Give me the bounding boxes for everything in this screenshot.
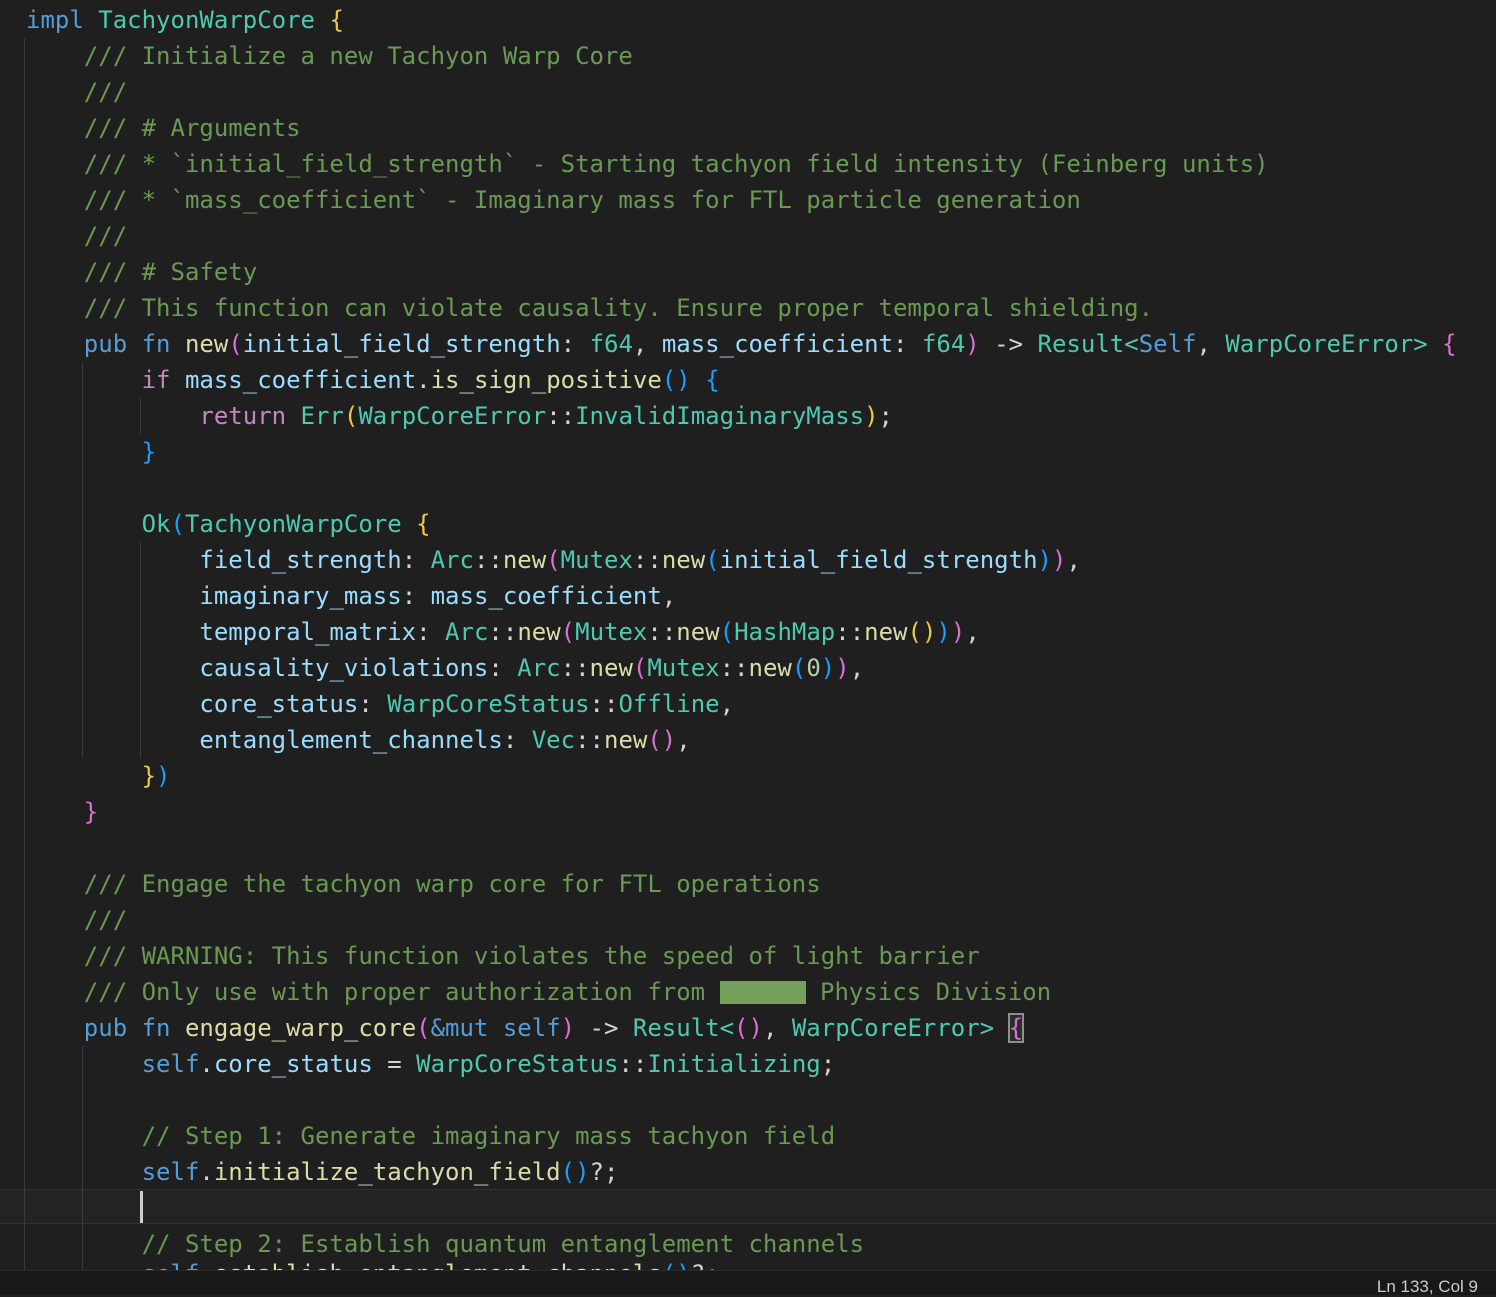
code-line[interactable]: if mass_coefficient.is_sign_positive() {	[0, 362, 1496, 398]
code-line[interactable]: /// Initialize a new Tachyon Warp Core	[0, 38, 1496, 74]
code-line[interactable]	[0, 470, 1496, 506]
code-line[interactable]: ///	[0, 218, 1496, 254]
code-line[interactable]: /// Engage the tachyon warp core for FTL…	[0, 866, 1496, 902]
code-line[interactable]: }	[0, 794, 1496, 830]
code-line[interactable]: ///	[0, 74, 1496, 110]
code-line[interactable]: /// # Safety	[0, 254, 1496, 290]
code-line[interactable]: /// # Arguments	[0, 110, 1496, 146]
code-line[interactable]: pub fn engage_warp_core(&mut self) -> Re…	[0, 1010, 1496, 1046]
code-line[interactable]	[0, 1082, 1496, 1118]
matched-bracket: {	[1007, 1013, 1025, 1043]
cursor-position-indicator[interactable]: Ln 133, Col 9	[1377, 1277, 1478, 1297]
code-line[interactable]: /// Only use with proper authorization f…	[0, 974, 1496, 1010]
code-line[interactable]: /// * `initial_field_strength` - Startin…	[0, 146, 1496, 182]
code-line[interactable]: field_strength: Arc::new(Mutex::new(init…	[0, 542, 1496, 578]
redacted-text-block	[719, 981, 806, 1004]
code-line[interactable]: return Err(WarpCoreError::InvalidImagina…	[0, 398, 1496, 434]
code-line[interactable]	[0, 1190, 1496, 1226]
code-line[interactable]: causality_violations: Arc::new(Mutex::ne…	[0, 650, 1496, 686]
code-line[interactable]	[0, 830, 1496, 866]
code-line[interactable]: /// WARNING: This function violates the …	[0, 938, 1496, 974]
code-line[interactable]: /// * `mass_coefficient` - Imaginary mas…	[0, 182, 1496, 218]
code-line[interactable]: pub fn new(initial_field_strength: f64, …	[0, 326, 1496, 362]
code-line[interactable]: imaginary_mass: mass_coefficient,	[0, 578, 1496, 614]
code-line[interactable]: Ok(TachyonWarpCore {	[0, 506, 1496, 542]
code-line[interactable]: temporal_matrix: Arc::new(Mutex::new(Has…	[0, 614, 1496, 650]
code-line[interactable]: impl TachyonWarpCore {	[0, 2, 1496, 38]
text-cursor	[140, 1191, 143, 1223]
code-editor[interactable]: impl TachyonWarpCore { /// Initialize a …	[0, 0, 1496, 1288]
code-line[interactable]: ///	[0, 902, 1496, 938]
code-line[interactable]: self.initialize_tachyon_field()?;	[0, 1154, 1496, 1190]
code-line[interactable]: /// This function can violate causality.…	[0, 290, 1496, 326]
status-bar: Ln 133, Col 9	[0, 1270, 1496, 1297]
code-line[interactable]: self.core_status = WarpCoreStatus::Initi…	[0, 1046, 1496, 1082]
code-line[interactable]: }	[0, 434, 1496, 470]
code-line[interactable]: core_status: WarpCoreStatus::Offline,	[0, 686, 1496, 722]
code-area[interactable]: impl TachyonWarpCore { /// Initialize a …	[0, 2, 1496, 1292]
code-line[interactable]: // Step 1: Generate imaginary mass tachy…	[0, 1118, 1496, 1154]
code-line[interactable]: entanglement_channels: Vec::new(),	[0, 722, 1496, 758]
code-line[interactable]: })	[0, 758, 1496, 794]
